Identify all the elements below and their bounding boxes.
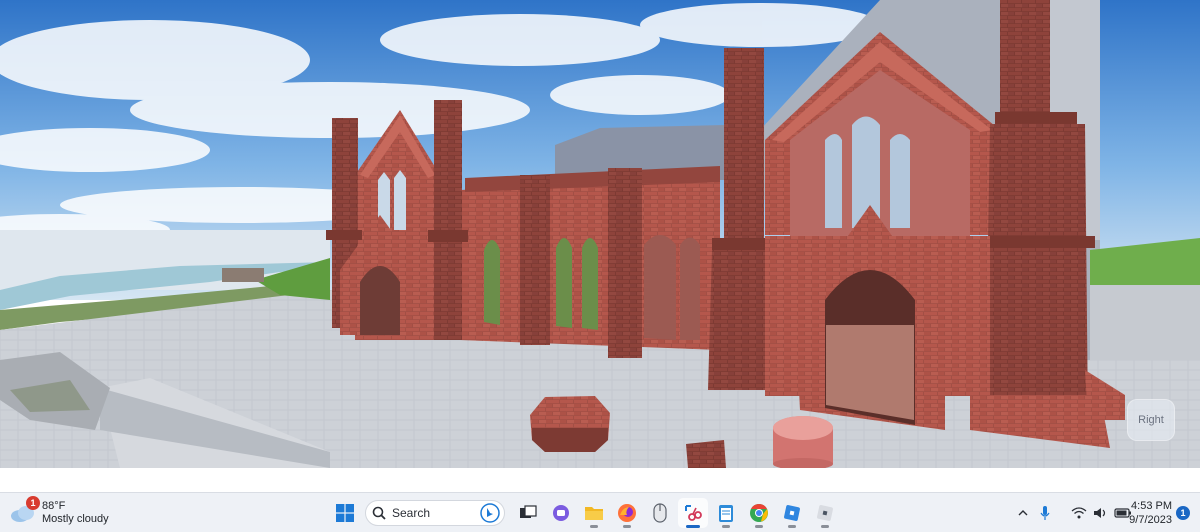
windows-taskbar: 1 88°F Mostly cloudy Search 4:53 PM 9/7/… [0, 492, 1200, 532]
tray-spacer [1056, 502, 1068, 524]
running-indicator [820, 525, 829, 528]
snipping-icon [684, 505, 702, 521]
bing-icon[interactable] [480, 503, 500, 523]
cloud-icon: 1 [10, 496, 40, 524]
view-cube-gizmo[interactable]: Right [1127, 399, 1175, 441]
taskbar-search[interactable]: Search [365, 500, 505, 526]
clock-time: 4:53 PM [1131, 500, 1172, 512]
firefox-button[interactable] [612, 498, 642, 528]
running-indicator [787, 525, 796, 528]
snipping-tool-button[interactable] [677, 498, 708, 528]
task-view-button[interactable] [513, 498, 543, 528]
taskbar-clock[interactable]: 4:53 PM 9/7/2023 [1122, 499, 1172, 527]
weather-badge: 1 [26, 496, 40, 510]
roblox-studio-button[interactable] [810, 498, 840, 528]
notepad-icon [718, 505, 733, 522]
game-scene [0, 0, 1200, 468]
notepad-button[interactable] [711, 498, 741, 528]
mouse-app-button[interactable] [645, 498, 675, 528]
firefox-icon [617, 504, 636, 522]
taskbar-center: Search [328, 497, 841, 529]
active-indicator [685, 525, 700, 528]
roblox-studio-icon [816, 505, 833, 521]
task-view-icon [519, 505, 537, 518]
weather-condition: Mostly cloudy [42, 513, 109, 525]
start-button[interactable] [330, 498, 360, 528]
running-indicator [589, 525, 598, 528]
chat-button[interactable] [546, 498, 576, 528]
folder-icon [584, 507, 603, 520]
system-tray [1012, 497, 1134, 529]
windows-logo-icon [335, 504, 354, 522]
weather-widget[interactable]: 1 88°F Mostly cloudy [10, 496, 109, 529]
chrome-button[interactable] [744, 498, 774, 528]
wifi-icon[interactable] [1068, 502, 1090, 524]
running-indicator [754, 525, 763, 528]
roblox-icon [783, 505, 800, 521]
microphone-icon[interactable] [1034, 502, 1056, 524]
studio-3d-viewport[interactable]: Right [0, 0, 1200, 468]
chrome-icon [749, 504, 768, 522]
running-indicator [622, 525, 631, 528]
chevron-up-icon[interactable] [1012, 502, 1034, 524]
view-cube-label: Right [1138, 414, 1164, 426]
viewport-bottom-strip [0, 468, 1200, 492]
roblox-player-button[interactable] [777, 498, 807, 528]
chat-icon [552, 505, 569, 521]
notification-badge[interactable]: 1 [1176, 506, 1190, 520]
search-icon [372, 506, 386, 520]
search-placeholder: Search [392, 506, 431, 520]
file-explorer-button[interactable] [579, 498, 609, 528]
clock-date: 9/7/2023 [1129, 514, 1172, 526]
speaker-icon[interactable] [1090, 502, 1112, 524]
weather-temperature: 88°F [42, 500, 66, 512]
running-indicator [721, 525, 730, 528]
mouse-icon [652, 503, 667, 523]
